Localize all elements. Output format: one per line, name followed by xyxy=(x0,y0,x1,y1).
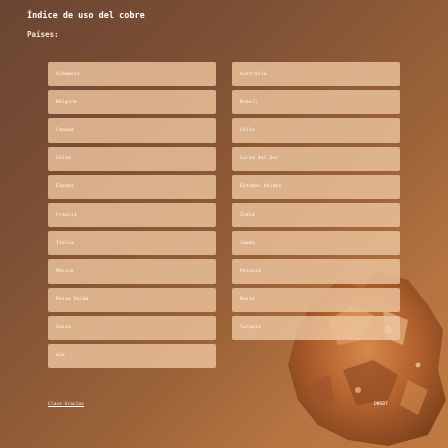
country-button-china[interactable]: China xyxy=(48,146,216,171)
country-button-francia[interactable]: Francia xyxy=(48,202,216,228)
country-button-mexico[interactable]: México xyxy=(48,259,216,284)
country-button-espana[interactable]: España xyxy=(48,174,216,199)
country-button-suiza[interactable]: Suiza xyxy=(48,315,216,340)
country-button-chile[interactable]: Chile xyxy=(232,118,400,143)
footer-link[interactable]: Clase Gracias xyxy=(48,402,84,407)
countries-heading: Países: xyxy=(27,30,59,39)
country-button-polonia[interactable]: Polonia xyxy=(232,259,400,284)
country-button-turquia[interactable]: Turquía xyxy=(232,315,400,340)
footer-code: DNS07 xyxy=(374,402,388,407)
page-title: Índice de uso del cobre xyxy=(27,11,145,21)
country-button-rusia[interactable]: Rusia xyxy=(232,287,400,312)
country-button-brasil[interactable]: Brasil xyxy=(232,90,400,115)
country-button-mia[interactable]: mia xyxy=(48,343,216,369)
country-button-reino-unido[interactable]: Reino Unido xyxy=(48,287,216,312)
page-header: Índice de uso del cobre Países: xyxy=(27,10,145,41)
country-button-australia[interactable]: Australia xyxy=(232,62,400,87)
country-button-grid: Alemania Australia Bélgica Brasil Canadá… xyxy=(48,62,400,369)
country-button-india[interactable]: India xyxy=(232,202,400,228)
country-button-italia[interactable]: Italia xyxy=(48,231,216,256)
country-button-estados-unidos[interactable]: Estados Unidos xyxy=(232,174,400,199)
country-button-belgica[interactable]: Bélgica xyxy=(48,90,216,115)
country-button-canada[interactable]: Canadá xyxy=(48,118,216,143)
country-button-alemania[interactable]: Alemania xyxy=(48,62,216,87)
country-button-corea-del-sur[interactable]: Corea del Sur xyxy=(232,146,400,171)
country-button-japon[interactable]: Japón xyxy=(232,231,400,256)
